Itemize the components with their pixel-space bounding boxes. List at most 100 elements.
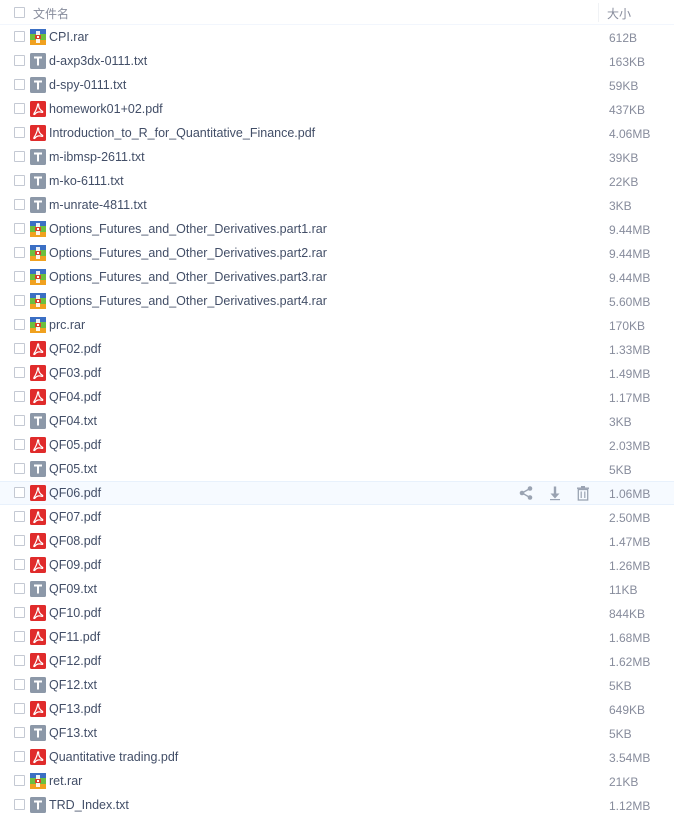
file-name[interactable]: homework01+02.pdf (49, 102, 163, 116)
download-icon[interactable] (547, 485, 563, 501)
select-all-checkbox[interactable] (14, 7, 25, 18)
file-checkbox[interactable] (14, 775, 25, 786)
file-name[interactable]: QF06.pdf (49, 486, 101, 500)
pdf-file-icon[interactable] (30, 485, 46, 501)
file-row[interactable]: Options_Futures_and_Other_Derivatives.pa… (0, 265, 674, 289)
file-row[interactable]: Quantitative trading.pdf 3.54MB (0, 745, 674, 769)
file-checkbox[interactable] (14, 727, 25, 738)
file-checkbox[interactable] (14, 55, 25, 66)
pdf-file-icon[interactable] (30, 389, 46, 405)
file-row[interactable]: QF05.pdf 2.03MB (0, 433, 674, 457)
file-row[interactable]: QF04.txt 3KB (0, 409, 674, 433)
file-name[interactable]: Options_Futures_and_Other_Derivatives.pa… (49, 270, 327, 284)
file-name[interactable]: d-axp3dx-0111.txt (49, 54, 147, 68)
file-checkbox[interactable] (14, 79, 25, 90)
pdf-file-icon[interactable] (30, 557, 46, 573)
file-name[interactable]: QF09.txt (49, 582, 97, 596)
pdf-file-icon[interactable] (30, 509, 46, 525)
file-name[interactable]: prc.rar (49, 318, 85, 332)
file-row[interactable]: d-spy-0111.txt 59KB (0, 73, 674, 97)
file-name[interactable]: QF10.pdf (49, 606, 101, 620)
file-checkbox[interactable] (14, 799, 25, 810)
file-name[interactable]: Options_Futures_and_Other_Derivatives.pa… (49, 222, 327, 236)
pdf-file-icon[interactable] (30, 653, 46, 669)
share-icon[interactable] (518, 485, 534, 501)
file-row[interactable]: Options_Futures_and_Other_Derivatives.pa… (0, 241, 674, 265)
file-checkbox[interactable] (14, 631, 25, 642)
file-checkbox[interactable] (14, 535, 25, 546)
pdf-file-icon[interactable] (30, 605, 46, 621)
txt-file-icon[interactable] (30, 149, 46, 165)
file-checkbox[interactable] (14, 31, 25, 42)
file-row[interactable]: QF04.pdf 1.17MB (0, 385, 674, 409)
file-name[interactable]: m-ko-6111.txt (49, 174, 124, 188)
file-checkbox[interactable] (14, 511, 25, 522)
file-row[interactable]: QF05.txt 5KB (0, 457, 674, 481)
txt-file-icon[interactable] (30, 581, 46, 597)
file-checkbox[interactable] (14, 223, 25, 234)
file-name[interactable]: QF07.pdf (49, 510, 101, 524)
txt-file-icon[interactable] (30, 461, 46, 477)
delete-icon[interactable] (575, 485, 591, 501)
file-checkbox[interactable] (14, 559, 25, 570)
column-divider[interactable] (598, 3, 599, 22)
file-name[interactable]: QF04.txt (49, 414, 97, 428)
file-checkbox[interactable] (14, 391, 25, 402)
file-row[interactable]: QF09.txt 11KB (0, 577, 674, 601)
pdf-file-icon[interactable] (30, 437, 46, 453)
file-checkbox[interactable] (14, 583, 25, 594)
file-row[interactable]: ret.rar 21KB (0, 769, 674, 793)
file-name[interactable]: QF03.pdf (49, 366, 101, 380)
pdf-file-icon[interactable] (30, 365, 46, 381)
file-checkbox[interactable] (14, 319, 25, 330)
file-row[interactable]: m-ibmsp-2611.txt 39KB (0, 145, 674, 169)
pdf-file-icon[interactable] (30, 533, 46, 549)
file-row[interactable]: m-ko-6111.txt 22KB (0, 169, 674, 193)
column-header-size[interactable]: 大小 (607, 5, 631, 22)
pdf-file-icon[interactable] (30, 701, 46, 717)
file-name[interactable]: QF13.txt (49, 726, 97, 740)
file-name[interactable]: d-spy-0111.txt (49, 78, 126, 92)
file-row[interactable]: QF12.txt 5KB (0, 673, 674, 697)
file-row[interactable]: QF13.txt 5KB (0, 721, 674, 745)
file-checkbox[interactable] (14, 463, 25, 474)
file-checkbox[interactable] (14, 439, 25, 450)
file-name[interactable]: QF11.pdf (49, 630, 100, 644)
txt-file-icon[interactable] (30, 725, 46, 741)
pdf-file-icon[interactable] (30, 341, 46, 357)
file-checkbox[interactable] (14, 487, 25, 498)
file-row[interactable]: CPI.rar 612B (0, 25, 674, 49)
rar-archive-icon[interactable] (30, 29, 46, 45)
file-name[interactable]: Introduction_to_R_for_Quantitative_Finan… (49, 126, 315, 140)
file-row[interactable]: homework01+02.pdf 437KB (0, 97, 674, 121)
rar-archive-icon[interactable] (30, 773, 46, 789)
file-checkbox[interactable] (14, 607, 25, 618)
file-name[interactable]: ret.rar (49, 774, 82, 788)
txt-file-icon[interactable] (30, 413, 46, 429)
file-row[interactable]: m-unrate-4811.txt 3KB (0, 193, 674, 217)
rar-archive-icon[interactable] (30, 221, 46, 237)
file-row[interactable]: QF13.pdf 649KB (0, 697, 674, 721)
file-row[interactable]: QF09.pdf 1.26MB (0, 553, 674, 577)
file-name[interactable]: Options_Futures_and_Other_Derivatives.pa… (49, 294, 327, 308)
file-row[interactable]: QF03.pdf 1.49MB (0, 361, 674, 385)
file-row[interactable]: QF12.pdf 1.62MB (0, 649, 674, 673)
file-checkbox[interactable] (14, 271, 25, 282)
pdf-file-icon[interactable] (30, 629, 46, 645)
file-row[interactable]: prc.rar 170KB (0, 313, 674, 337)
file-row[interactable]: TRD_Index.txt 1.12MB (0, 793, 674, 817)
file-name[interactable]: QF05.pdf (49, 438, 101, 452)
rar-archive-icon[interactable] (30, 245, 46, 261)
column-header-name[interactable]: 文件名 (33, 5, 69, 22)
file-name[interactable]: Quantitative trading.pdf (49, 750, 178, 764)
file-checkbox[interactable] (14, 127, 25, 138)
txt-file-icon[interactable] (30, 197, 46, 213)
pdf-file-icon[interactable] (30, 101, 46, 117)
file-name[interactable]: TRD_Index.txt (49, 798, 129, 812)
file-row[interactable]: Introduction_to_R_for_Quantitative_Finan… (0, 121, 674, 145)
txt-file-icon[interactable] (30, 677, 46, 693)
file-row[interactable]: QF02.pdf 1.33MB (0, 337, 674, 361)
rar-archive-icon[interactable] (30, 269, 46, 285)
file-name[interactable]: Options_Futures_and_Other_Derivatives.pa… (49, 246, 327, 260)
file-row[interactable]: Options_Futures_and_Other_Derivatives.pa… (0, 217, 674, 241)
